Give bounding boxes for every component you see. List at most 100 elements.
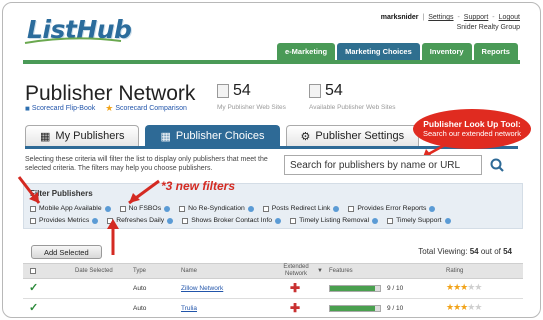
info-icon[interactable] <box>164 205 171 212</box>
scorecard-comparison-label: Scorecard Comparison <box>115 105 187 112</box>
support-link[interactable]: Support <box>464 14 489 21</box>
checkbox[interactable] <box>30 217 36 224</box>
filter-heading: Filter Publishers <box>30 189 93 198</box>
checkbox[interactable] <box>119 205 126 212</box>
scorecard-comparison-link[interactable]: ★ Scorecard Comparison <box>105 103 187 114</box>
logout-link[interactable]: Logout <box>499 14 520 21</box>
select-all-checkbox[interactable] <box>30 268 36 274</box>
nav-tab-inventory[interactable]: Inventory <box>421 43 472 60</box>
publisher-link[interactable]: Zillow Network <box>181 285 223 292</box>
filter-broker-contact[interactable]: Shows Broker Contact Info <box>182 217 282 224</box>
filter-no-fsbos[interactable]: No FSBOs <box>119 205 171 212</box>
table-header: Date Selected Type Name Extended Network… <box>23 263 523 279</box>
star-icon: ★ <box>474 302 482 312</box>
sort-icon[interactable]: ▼ <box>317 268 323 274</box>
extended-network-icon: ✚ <box>290 301 301 315</box>
add-selected-button[interactable]: Add Selected <box>31 245 102 259</box>
stat-label: Available Publisher Web Sites <box>309 104 396 111</box>
info-icon[interactable] <box>167 217 174 224</box>
page-sublinks: ■ Scorecard Flip-Book ★ Scorecard Compar… <box>25 103 187 114</box>
info-icon[interactable] <box>372 217 379 224</box>
total-viewing: Total Viewing: 54 out of 54 <box>418 247 512 256</box>
settings-link[interactable]: Settings <box>428 14 453 21</box>
row-type: Auto <box>133 285 147 292</box>
checkbox[interactable] <box>30 205 36 212</box>
page-frame: ListHub marksnider | Settings - Support … <box>2 2 541 318</box>
publisher-link[interactable]: Trulia <box>181 305 197 312</box>
filter-refreshes-daily[interactable]: Refreshes Daily <box>107 217 174 224</box>
features-bar-fill <box>330 306 375 311</box>
total-middle: out of <box>480 247 501 256</box>
total-of: 54 <box>503 247 512 256</box>
gear-icon: ⚙ <box>300 130 311 143</box>
my-publisher-sites-stat: 54 My Publisher Web Sites <box>217 82 286 111</box>
table-row[interactable]: ✓ Auto Trulia ✚ 9 / 10 ★★★★★ <box>23 299 523 317</box>
tab-publisher-settings[interactable]: ⚙ Publisher Settings <box>285 125 420 146</box>
checkbox[interactable] <box>182 217 189 224</box>
separator: - <box>457 14 460 21</box>
company-name: Snider Realty Group <box>456 24 520 31</box>
filter-mobile-app[interactable]: Mobile App Available <box>30 205 111 212</box>
filter-provides-metrics[interactable]: Provides Metrics <box>30 217 99 224</box>
filter-panel: Filter Publishers Mobile App Available N… <box>23 183 523 229</box>
nav-tab-reports[interactable]: Reports <box>473 43 518 60</box>
info-icon[interactable] <box>247 205 254 212</box>
col-type[interactable]: Type <box>133 268 146 274</box>
logo-swoosh-icon <box>24 37 122 44</box>
info-icon[interactable] <box>429 205 436 212</box>
info-icon[interactable] <box>333 205 340 212</box>
search-button[interactable] <box>486 154 508 176</box>
nav-underline <box>23 60 520 64</box>
user-bar: marksnider | Settings - Support - Logout… <box>381 13 520 33</box>
tab-my-publishers[interactable]: ▦ My Publishers <box>25 125 140 146</box>
callout-text: Search our extended network <box>423 129 521 138</box>
col-extended-network[interactable]: Extended Network <box>281 264 311 278</box>
info-icon[interactable] <box>92 217 99 224</box>
publisher-tabs: ▦ My Publishers ▦ Publisher Choices ⚙ Pu… <box>25 125 420 146</box>
scorecard-flip-book-label: Scorecard Flip-Book <box>31 105 96 112</box>
checkbox[interactable] <box>262 205 269 212</box>
info-icon[interactable] <box>444 217 451 224</box>
checkbox[interactable] <box>348 205 355 212</box>
checkbox[interactable] <box>387 217 394 224</box>
tab-label: Publisher Choices <box>175 130 265 142</box>
features-bar-fill <box>330 286 375 291</box>
total-count: 54 <box>469 247 479 256</box>
listhub-logo[interactable]: ListHub <box>23 11 133 47</box>
col-date-selected[interactable]: Date Selected <box>75 268 113 274</box>
building-icon: ▦ <box>40 130 51 143</box>
filter-timely-removal[interactable]: Timely Listing Removal <box>290 217 379 224</box>
table-row[interactable]: ✓ Auto Zillow Network ✚ 9 / 10 ★★★★★ <box>23 279 523 299</box>
features-value: 9 / 10 <box>387 305 404 312</box>
filter-label: No FSBOs <box>128 205 162 212</box>
publisher-search-input[interactable]: Search for publishers by name or URL <box>284 155 482 175</box>
scorecard-flip-book-link[interactable]: ■ Scorecard Flip-Book <box>25 104 95 113</box>
tab-label: My Publishers <box>55 130 125 142</box>
tab-publisher-choices[interactable]: ▦ Publisher Choices <box>145 125 280 146</box>
extended-network-icon: ✚ <box>290 281 301 295</box>
filter-posts-redirect[interactable]: Posts Redirect Link <box>262 205 340 212</box>
filter-error-reports[interactable]: Provides Error Reports <box>348 205 436 212</box>
features-bar <box>329 285 381 292</box>
star-icon: ★ <box>105 103 114 113</box>
nav-tab-marketing-choices[interactable]: Marketing Choices <box>337 43 420 60</box>
top-nav: e-Marketing Marketing Choices Inventory … <box>277 43 518 60</box>
filter-no-resyndication[interactable]: No Re-Syndication <box>179 205 254 212</box>
username: marksnider <box>380 14 419 21</box>
total-prefix: Total Viewing: <box>418 247 468 256</box>
document-icon <box>217 84 229 98</box>
checkbox[interactable] <box>107 217 114 224</box>
col-features[interactable]: Features <box>329 268 353 274</box>
checkbox[interactable] <box>290 217 297 224</box>
checkbox[interactable] <box>179 205 186 212</box>
col-name[interactable]: Name <box>181 268 197 274</box>
nav-tab-e-marketing[interactable]: e-Marketing <box>277 43 336 60</box>
filter-timely-support[interactable]: Timely Support <box>387 217 451 224</box>
star-icon: ★ <box>474 282 482 292</box>
callout-title: Publisher Look Up Tool: <box>423 119 521 129</box>
info-icon[interactable] <box>104 205 111 212</box>
filter-label: Timely Support <box>396 217 442 224</box>
col-rating[interactable]: Rating <box>446 268 463 274</box>
info-icon[interactable] <box>275 217 282 224</box>
check-icon: ✓ <box>29 302 39 314</box>
